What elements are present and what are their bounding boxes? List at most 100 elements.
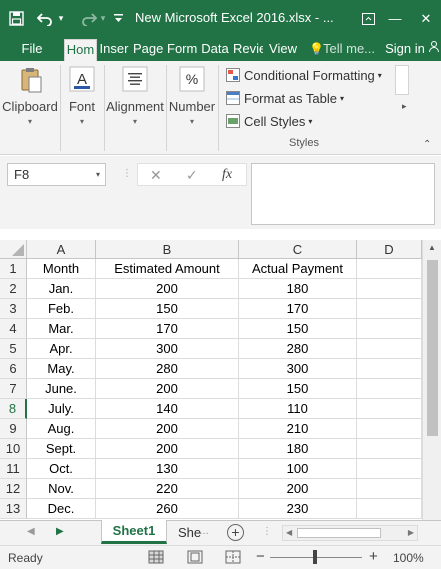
cell-b[interactable]: Estimated Amount — [96, 259, 239, 279]
cell-c[interactable]: 180 — [239, 279, 357, 299]
cell-a[interactable]: Apr. — [27, 339, 96, 359]
cell-a[interactable]: Oct. — [27, 459, 96, 479]
cell-c[interactable]: 280 — [239, 339, 357, 359]
cell-b[interactable]: 300 — [96, 339, 239, 359]
vertical-scrollbar[interactable]: ▲ — [422, 240, 441, 520]
cell-a[interactable]: July. — [27, 399, 96, 419]
conditional-formatting-button[interactable]: Conditional Formatting ▾ — [226, 65, 382, 85]
cell-a[interactable]: Feb. — [27, 299, 96, 319]
row-header[interactable]: 7 — [0, 379, 27, 399]
minimize-button[interactable]: — — [385, 0, 405, 37]
cell-styles-button[interactable]: Cell Styles ▾ — [226, 111, 312, 131]
cell-d[interactable] — [357, 439, 422, 459]
zoom-in-button[interactable]: + — [369, 548, 378, 565]
cell-c[interactable]: 210 — [239, 419, 357, 439]
cell-d[interactable] — [357, 459, 422, 479]
clipboard-group[interactable]: Clipboard ▾ — [2, 61, 58, 155]
tell-me-search[interactable]: 💡Tell me... — [309, 39, 379, 61]
cell-c[interactable]: 230 — [239, 499, 357, 519]
cell-b[interactable]: 140 — [96, 399, 239, 419]
sign-in-link[interactable]: Sign in — [384, 39, 426, 61]
cell-b[interactable]: 260 — [96, 499, 239, 519]
column-header-b[interactable]: B — [96, 240, 239, 259]
cell-b[interactable]: 200 — [96, 439, 239, 459]
insert-function-button[interactable]: fx — [222, 167, 232, 183]
scroll-right-icon[interactable]: ▶ — [408, 528, 414, 537]
cell-b[interactable]: 220 — [96, 479, 239, 499]
column-header-a[interactable]: A — [27, 240, 96, 259]
cell-a[interactable]: Jan. — [27, 279, 96, 299]
ribbon-scroll-right-icon[interactable]: ▸ — [402, 101, 407, 112]
alignment-group[interactable]: Alignment ▾ — [106, 61, 164, 155]
zoom-level[interactable]: 100% — [393, 551, 424, 565]
cell-b[interactable]: 200 — [96, 419, 239, 439]
cell-d[interactable] — [357, 259, 422, 279]
save-icon[interactable] — [4, 0, 28, 37]
row-header[interactable]: 12 — [0, 479, 27, 499]
cell-d[interactable] — [357, 299, 422, 319]
cell-d[interactable] — [357, 279, 422, 299]
cell-b[interactable]: 150 — [96, 299, 239, 319]
cell-b[interactable]: 170 — [96, 319, 239, 339]
cells-group-partial[interactable] — [395, 65, 409, 95]
cell-c[interactable]: 300 — [239, 359, 357, 379]
scroll-up-icon[interactable]: ▲ — [428, 243, 436, 252]
cell-a[interactable]: May. — [27, 359, 96, 379]
cell-b[interactable]: 280 — [96, 359, 239, 379]
undo-dropdown-icon[interactable]: ▾ — [56, 0, 66, 37]
tab-formulas[interactable]: Form — [167, 39, 197, 61]
format-as-table-button[interactable]: Format as Table ▾ — [226, 88, 344, 108]
ribbon-display-options-icon[interactable] — [358, 0, 378, 37]
more-sheets-icon[interactable]: … — [199, 526, 209, 537]
tab-sheet1[interactable]: Sheet1 — [101, 520, 167, 544]
close-button[interactable]: ✕ — [416, 0, 436, 37]
row-header[interactable]: 1 — [0, 259, 27, 279]
font-group[interactable]: A Font ▾ — [62, 61, 102, 155]
cell-b[interactable]: 200 — [96, 279, 239, 299]
prev-sheet-icon[interactable]: ◀ — [27, 526, 35, 537]
select-all-button[interactable] — [0, 240, 27, 259]
row-header[interactable]: 5 — [0, 339, 27, 359]
scrollbar-thumb[interactable] — [427, 260, 438, 436]
cell-d[interactable] — [357, 339, 422, 359]
undo-icon[interactable] — [34, 0, 56, 37]
cell-c[interactable]: 110 — [239, 399, 357, 419]
cell-b[interactable]: 200 — [96, 379, 239, 399]
cell-c[interactable]: 150 — [239, 319, 357, 339]
page-layout-view-icon[interactable] — [187, 550, 203, 564]
enter-formula-button[interactable]: ✓ — [186, 167, 198, 184]
cell-d[interactable] — [357, 379, 422, 399]
page-break-preview-icon[interactable] — [225, 550, 241, 564]
cell-a[interactable]: Nov. — [27, 479, 96, 499]
row-header[interactable]: 3 — [0, 299, 27, 319]
redo-icon[interactable] — [78, 0, 100, 37]
tab-review[interactable]: Revie — [233, 39, 263, 61]
worksheet-grid[interactable]: ABCD 1 Month Estimated Amount Actual Paymen… — [0, 240, 441, 520]
row-header[interactable]: 4 — [0, 319, 27, 339]
number-group[interactable]: % Number ▾ — [168, 61, 216, 155]
tab-page-layout[interactable]: Page — [133, 39, 163, 61]
formula-input[interactable] — [251, 163, 435, 225]
tab-view[interactable]: View — [268, 39, 298, 61]
cell-a[interactable]: Mar. — [27, 319, 96, 339]
cell-a[interactable]: Aug. — [27, 419, 96, 439]
horizontal-scrollbar[interactable]: ◀ ▶ — [282, 525, 418, 541]
cell-c[interactable]: 100 — [239, 459, 357, 479]
tab-split-grip-icon[interactable]: ⋮ — [262, 526, 272, 537]
name-box[interactable]: F8 ▾ — [7, 163, 106, 186]
cell-d[interactable] — [357, 359, 422, 379]
row-header[interactable]: 8 — [0, 399, 27, 419]
cell-d[interactable] — [357, 319, 422, 339]
tab-home[interactable]: Hom — [64, 39, 97, 61]
tab-file[interactable]: File — [15, 39, 49, 61]
add-sheet-button[interactable]: + — [227, 524, 244, 541]
column-header-c[interactable]: C — [239, 240, 357, 259]
cell-a[interactable]: Dec. — [27, 499, 96, 519]
cell-a[interactable]: Sept. — [27, 439, 96, 459]
cell-a[interactable]: June. — [27, 379, 96, 399]
cell-d[interactable] — [357, 479, 422, 499]
cell-d[interactable] — [357, 499, 422, 519]
row-header[interactable]: 13 — [0, 499, 27, 519]
next-sheet-icon[interactable]: ▶ — [56, 526, 64, 537]
customize-toolbar-icon[interactable] — [112, 0, 124, 37]
